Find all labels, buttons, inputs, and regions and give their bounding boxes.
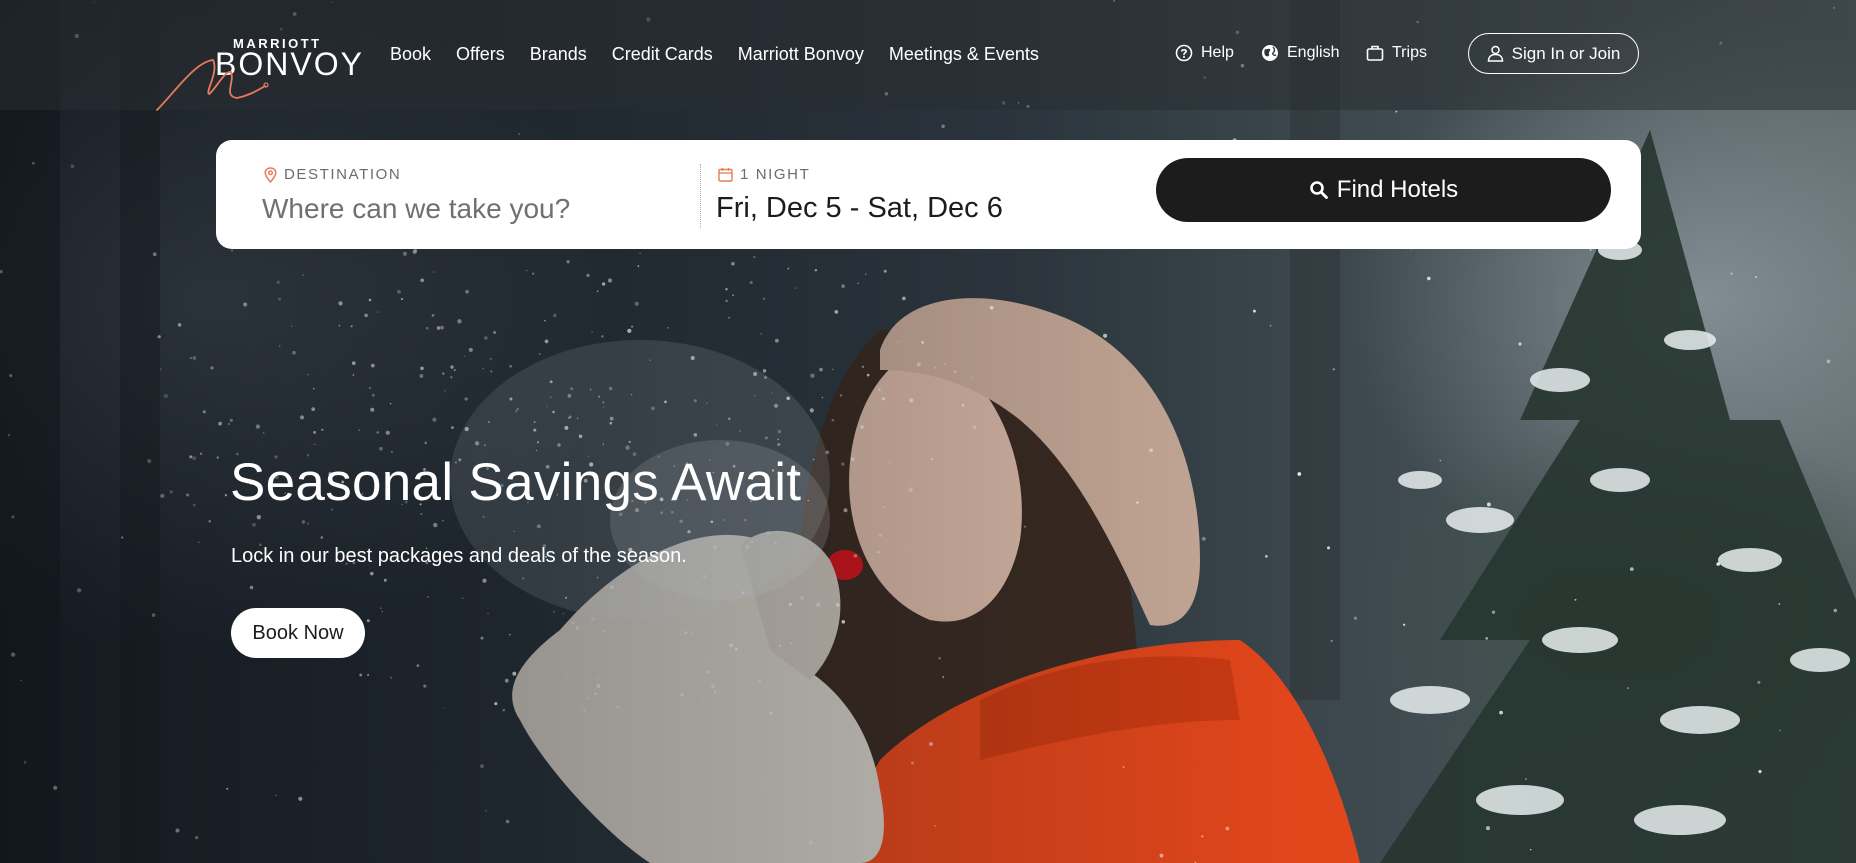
hotel-search-form: DESTINATION 1 NIGHT Fri, Dec 5 - Sat, De… [216, 140, 1641, 249]
location-pin-icon [264, 166, 277, 183]
sign-in-label: Sign In or Join [1511, 43, 1621, 63]
marriott-bonvoy-logo[interactable]: MARRIOTT BONVOY [155, 32, 362, 112]
nav-book[interactable]: Book [390, 44, 431, 65]
destination-input[interactable] [260, 188, 684, 230]
trips-link[interactable]: Trips [1366, 44, 1427, 62]
hero-title: Seasonal Savings Await [230, 453, 802, 512]
nav-marriott-bonvoy[interactable]: Marriott Bonvoy [738, 44, 864, 65]
nav-meetings-events[interactable]: Meetings & Events [889, 44, 1039, 65]
destination-label: DESTINATION [284, 166, 402, 183]
destination-label-group: DESTINATION [264, 166, 401, 183]
hero-subtitle: Lock in our best packages and deals of t… [231, 545, 687, 567]
book-now-button[interactable]: Book Now [231, 608, 365, 658]
date-range-field[interactable]: Fri, Dec 5 - Sat, Dec 6 [716, 192, 1003, 225]
top-navigation-bar: MARRIOTT BONVOY Book Offers Brands Credi… [0, 0, 1856, 112]
bonvoy-script-m-icon [156, 59, 269, 111]
globe-icon [1262, 45, 1278, 61]
search-icon [1309, 181, 1328, 199]
user-icon [1487, 45, 1503, 62]
find-hotels-button[interactable]: Find Hotels [1156, 158, 1611, 222]
help-link[interactable]: Help [1175, 44, 1234, 62]
help-circle-icon [1175, 44, 1193, 62]
hero-background [0, 0, 1856, 863]
find-hotels-label: Find Hotels [1336, 176, 1459, 203]
nav-offers[interactable]: Offers [456, 44, 505, 65]
nav-brands[interactable]: Brands [530, 44, 587, 65]
nights-label: 1 NIGHT [740, 166, 811, 183]
nav-credit-cards[interactable]: Credit Cards [612, 44, 713, 65]
main-nav: Book Offers Brands Credit Cards Marriott… [390, 44, 1039, 65]
field-divider [700, 164, 701, 228]
sign-in-button[interactable]: Sign In or Join [1468, 33, 1639, 74]
calendar-icon [718, 167, 733, 182]
trips-label: Trips [1392, 44, 1427, 61]
language-label: English [1287, 44, 1340, 61]
language-selector[interactable]: English [1261, 44, 1339, 62]
hero-overlay [0, 0, 1856, 863]
help-label: Help [1201, 44, 1234, 61]
suitcase-icon [1366, 45, 1384, 61]
nights-label-group: 1 NIGHT [718, 166, 810, 183]
